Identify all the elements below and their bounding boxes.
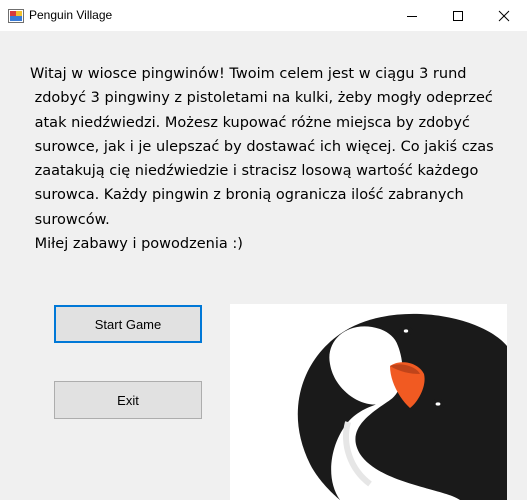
minimize-button[interactable] [389,0,435,31]
close-button[interactable] [481,0,527,31]
exit-button[interactable]: Exit [54,381,202,419]
window-title: Penguin Village [29,8,113,22]
minimize-icon [407,15,417,17]
penguin-picture [230,304,507,500]
penguin-illustration [297,313,507,500]
app-window-icon [8,9,24,23]
title-bar[interactable]: Penguin Village [0,0,527,31]
start-game-button[interactable]: Start Game [54,305,202,343]
maximize-icon [453,10,463,21]
maximize-button[interactable] [435,0,481,31]
welcome-text: Witaj w wiosce pingwinów! Twoim celem je… [30,66,494,253]
close-icon [498,10,510,21]
